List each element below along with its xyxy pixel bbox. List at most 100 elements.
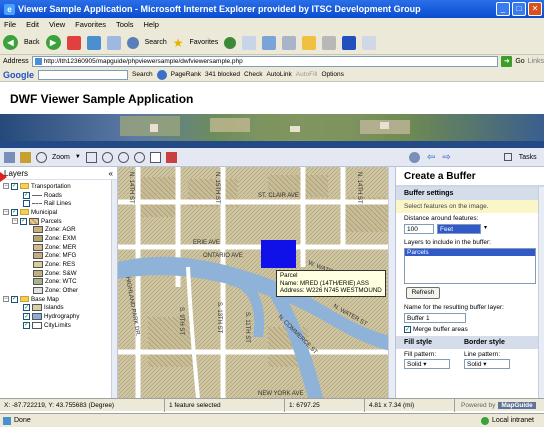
back-arrow-icon[interactable]: ◀ — [3, 35, 18, 50]
legend-icon[interactable] — [20, 151, 31, 163]
distance-input[interactable]: 100 — [404, 224, 434, 234]
tools-icon[interactable] — [362, 35, 377, 50]
pagerank-label[interactable]: PageRank — [171, 71, 201, 78]
print-icon[interactable] — [282, 35, 297, 50]
check-button[interactable]: Check — [244, 71, 262, 78]
forward-arrow-icon[interactable]: ⇨ — [442, 152, 450, 163]
links-label[interactable]: Links — [528, 58, 544, 65]
google-search-button[interactable]: Search — [132, 71, 153, 78]
task-scrollbar[interactable] — [538, 187, 544, 398]
google-search-input[interactable] — [38, 69, 128, 80]
home-icon[interactable] — [106, 35, 121, 50]
go-arrow-icon[interactable]: ➜ — [501, 56, 513, 67]
layer-label: Rail Lines — [44, 200, 72, 208]
autofill-button[interactable]: AutoFill — [296, 71, 318, 78]
menu-file[interactable]: File — [4, 20, 16, 29]
powered-by: Powered by — [461, 401, 496, 409]
zoom-slider-icon[interactable] — [36, 151, 47, 163]
checkbox-icon[interactable]: ✓ — [23, 313, 30, 321]
checkbox-icon[interactable]: ✓ — [11, 182, 18, 190]
chevron-down-icon[interactable]: ▾ — [484, 224, 487, 234]
close-icon[interactable]: ✕ — [528, 2, 542, 16]
collapse-icon[interactable]: « — [109, 169, 113, 178]
checkbox-icon[interactable]: ✓ — [23, 321, 30, 329]
zoom-rect-icon[interactable] — [133, 151, 145, 163]
buffer-name-input[interactable]: Buffer 1 — [404, 313, 466, 323]
back-arrow-icon[interactable]: ⇦ — [427, 152, 435, 163]
selection-note: Select features on the image. — [396, 200, 544, 213]
map-scrollbar[interactable] — [388, 167, 395, 398]
banner-strip — [0, 141, 544, 148]
zoom-label[interactable]: Zoom — [52, 154, 70, 161]
history-icon[interactable] — [242, 35, 257, 50]
checkbox-icon[interactable]: ✓ — [23, 304, 30, 312]
refresh-button[interactable]: Refresh — [406, 287, 440, 299]
favorites-button[interactable]: Favorites — [190, 39, 219, 46]
tasks-icon[interactable] — [503, 153, 512, 161]
messenger-icon[interactable] — [342, 35, 357, 50]
checkbox-icon[interactable] — [23, 200, 30, 208]
layers-scrollbar[interactable] — [111, 180, 117, 398]
layer-hydrography[interactable]: ✓ Hydrography — [3, 312, 117, 321]
layers-listbox[interactable]: Parcels — [404, 248, 536, 284]
zoom-out-icon[interactable] — [117, 151, 129, 163]
search-icon[interactable] — [126, 36, 139, 49]
options-button[interactable]: Options — [321, 71, 343, 78]
layer-group-base-map[interactable]: − ✓ Base Map — [3, 295, 117, 304]
search-button[interactable]: Search — [145, 39, 167, 46]
collapse-icon[interactable]: − — [3, 296, 9, 303]
menu-favorites[interactable]: Favorites — [75, 20, 106, 29]
collapse-icon[interactable]: − — [3, 183, 9, 190]
google-logo[interactable]: Google — [3, 70, 34, 80]
stop-icon[interactable] — [66, 35, 81, 50]
layer-parcels[interactable]: − ✓ Parcels — [3, 217, 117, 226]
menu-help[interactable]: Help — [144, 20, 159, 29]
buffer-tool-icon[interactable] — [165, 151, 177, 163]
layer-rail-lines[interactable]: Rail Lines — [3, 199, 117, 208]
research-icon[interactable] — [322, 35, 337, 50]
minimize-icon[interactable]: _ — [496, 2, 510, 16]
go-button[interactable]: Go — [515, 58, 524, 65]
checkbox-icon[interactable]: ✓ — [20, 217, 27, 225]
merge-checkbox[interactable]: ✓ — [404, 326, 411, 333]
pattern-selects: Solid ▾ Solid ▾ — [396, 358, 544, 369]
layer-option[interactable]: Parcels — [405, 249, 535, 256]
media-icon[interactable] — [224, 36, 237, 49]
popup-blocked[interactable]: 341 blocked — [205, 71, 240, 78]
favorites-star-icon[interactable]: ★ — [173, 36, 184, 50]
back-button[interactable]: Back — [24, 39, 40, 46]
menu-tools[interactable]: Tools — [116, 20, 134, 29]
layer-label: CityLimits — [44, 321, 71, 329]
mail-icon[interactable] — [262, 35, 277, 50]
layer-group-municipal[interactable]: − ✓ Municipal — [3, 208, 117, 217]
menu-view[interactable]: View — [49, 20, 65, 29]
select-icon[interactable] — [149, 151, 161, 163]
refresh-icon[interactable] — [86, 35, 101, 50]
fill-pattern-select[interactable]: Solid ▾ — [404, 359, 450, 369]
menu-edit[interactable]: Edit — [26, 20, 39, 29]
maximize-icon[interactable]: □ — [512, 2, 526, 16]
autolink-button[interactable]: AutoLink — [266, 71, 291, 78]
unit-select[interactable]: Feet — [437, 224, 481, 234]
checkbox-icon[interactable]: ✓ — [11, 295, 18, 303]
collapse-icon[interactable]: − — [3, 209, 9, 216]
globe-icon[interactable] — [156, 69, 167, 80]
street-label: S. 13TH ST — [216, 302, 222, 334]
layers-toggle-icon[interactable] — [4, 151, 15, 163]
collapse-icon[interactable]: − — [12, 218, 18, 225]
address-input[interactable]: http://lth12360905/mapguide/phpviewersam… — [31, 56, 499, 67]
forward-arrow-icon[interactable]: ▶ — [45, 35, 61, 50]
zoom-in-icon[interactable] — [101, 151, 113, 163]
layer-islands[interactable]: ✓ Islands — [3, 304, 117, 313]
layer-roads[interactable]: ✓ Roads — [3, 191, 117, 200]
layer-group-transportation[interactable]: − ✓ Transportation — [3, 182, 117, 191]
checkbox-icon[interactable]: ✓ — [11, 208, 18, 216]
pan-icon[interactable] — [85, 151, 97, 163]
checkbox-icon[interactable]: ✓ — [23, 191, 30, 199]
layer-citylimits[interactable]: ✓ CityLimits — [3, 321, 117, 330]
folder-icon[interactable] — [302, 35, 317, 50]
task-home-icon[interactable] — [409, 151, 420, 163]
chevron-down-icon[interactable]: ▼ — [75, 154, 81, 160]
tasks-label[interactable]: Tasks — [519, 154, 537, 161]
line-pattern-select[interactable]: Solid ▾ — [464, 359, 510, 369]
